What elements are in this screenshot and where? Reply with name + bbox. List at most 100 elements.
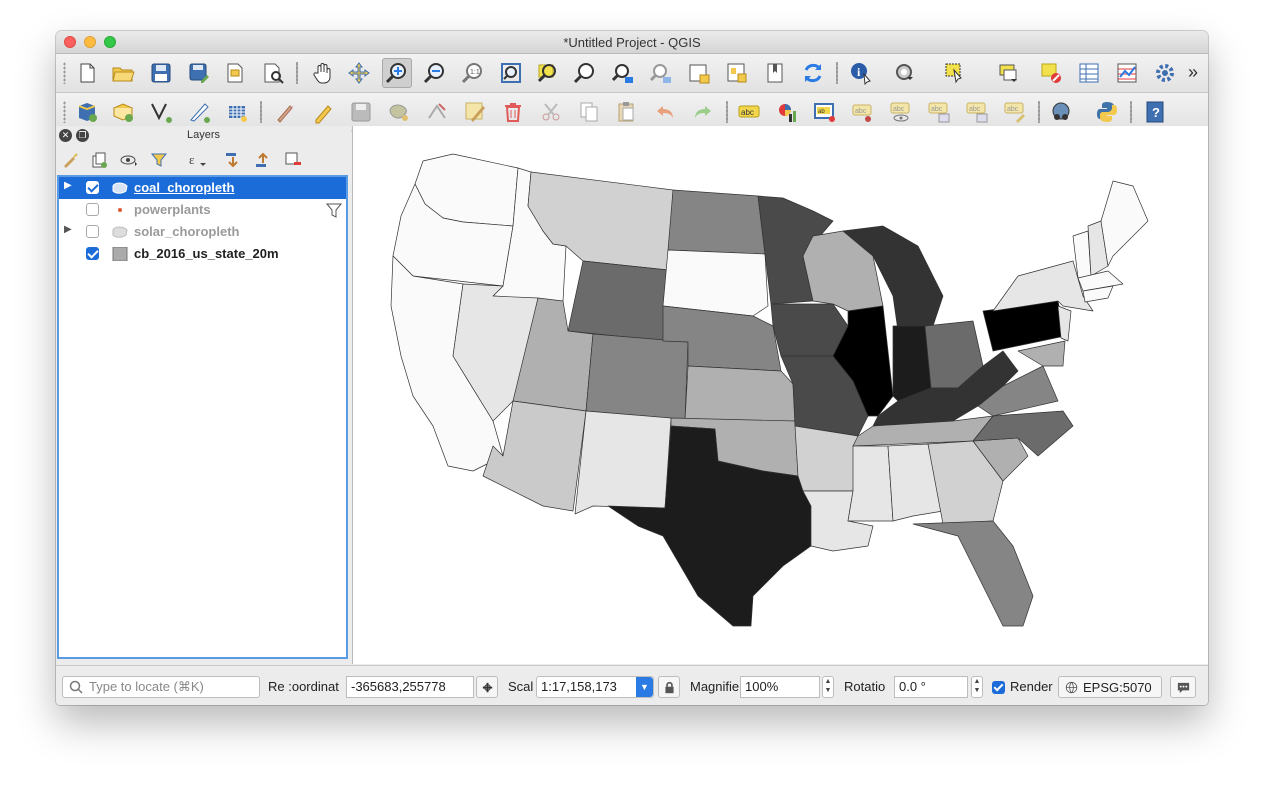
layer-row-cb-2016-us-state-20m[interactable]: cb_2016_us_state_20m xyxy=(59,243,346,265)
rotate-label-icon[interactable]: abc xyxy=(962,97,992,127)
locator-search-input[interactable]: Type to locate (⌘K) xyxy=(62,676,260,698)
label-properties-icon[interactable]: ab xyxy=(810,97,840,127)
state-wyoming xyxy=(567,260,669,342)
delete-selected-icon[interactable] xyxy=(498,97,528,127)
render-checkbox[interactable] xyxy=(992,681,1005,694)
pan-map-icon[interactable] xyxy=(308,58,338,88)
layer-row-coal-choropleth[interactable]: ▶ coal_choropleth xyxy=(59,177,346,199)
layer-visibility-checkbox[interactable] xyxy=(86,203,99,216)
save-as-icon[interactable] xyxy=(184,58,214,88)
layer-name: coal_choropleth xyxy=(134,180,235,195)
filter-legend-icon[interactable] xyxy=(148,150,170,170)
change-label-icon[interactable]: abc xyxy=(1000,97,1030,127)
scale-combobox[interactable]: 1:17,158,173 ▼ xyxy=(536,676,654,698)
layer-visibility-checkbox[interactable] xyxy=(86,181,99,194)
layer-labeling-icon[interactable]: abc xyxy=(734,97,764,127)
zoom-to-layer-icon[interactable] xyxy=(570,58,600,88)
rotation-field[interactable]: 0.0 ° xyxy=(894,676,968,698)
crs-button[interactable]: EPSG:5070 xyxy=(1058,676,1162,698)
modify-attributes-icon[interactable] xyxy=(460,97,490,127)
digitize-icon[interactable] xyxy=(184,97,214,127)
help-icon[interactable]: ? xyxy=(1140,97,1170,127)
coordinate-label: Re :oordinat xyxy=(268,679,339,694)
style-icon[interactable] xyxy=(60,150,82,170)
add-polygon-feature-icon[interactable] xyxy=(384,97,414,127)
state-colorado xyxy=(585,333,689,421)
remove-layer-icon[interactable] xyxy=(282,150,304,170)
open-attribute-table-icon[interactable] xyxy=(1074,58,1104,88)
new-vector-layer-icon[interactable] xyxy=(146,97,176,127)
layer-row-solar-choropleth[interactable]: ▶ solar_choropleth xyxy=(59,221,346,243)
zoom-native-icon[interactable]: 1:1 xyxy=(458,58,488,88)
coordinate-field[interactable]: -365683,255778 xyxy=(346,676,474,698)
toolbar-overflow-icon[interactable]: » xyxy=(1188,62,1198,83)
messages-icon[interactable] xyxy=(1170,676,1196,698)
move-label-icon[interactable]: abc xyxy=(924,97,954,127)
open-project-icon[interactable] xyxy=(108,58,138,88)
toolbar-grip[interactable] xyxy=(63,101,66,123)
magnifier-field[interactable]: 100% xyxy=(740,676,820,698)
zoom-to-selection-icon[interactable] xyxy=(532,58,562,88)
add-feature-layer-icon[interactable] xyxy=(222,97,252,127)
expand-arrow-icon[interactable]: ▶ xyxy=(64,224,72,235)
cut-features-icon[interactable] xyxy=(536,97,566,127)
polygon-layer-icon xyxy=(112,182,128,194)
new-map-view-icon[interactable] xyxy=(684,58,714,88)
new-project-icon[interactable] xyxy=(72,58,102,88)
paste-features-icon[interactable] xyxy=(612,97,642,127)
layer-visibility-checkbox[interactable] xyxy=(86,247,99,260)
us-state-choropleth-map[interactable] xyxy=(353,126,1208,664)
diagram-options-icon[interactable] xyxy=(772,97,802,127)
chevron-down-icon[interactable]: ▼ xyxy=(636,677,653,697)
toggle-extents-icon[interactable] xyxy=(476,676,498,698)
zoom-out-icon[interactable] xyxy=(420,58,450,88)
select-features-icon[interactable] xyxy=(940,58,970,88)
current-edits-icon[interactable] xyxy=(270,97,300,127)
undo-icon[interactable] xyxy=(650,97,680,127)
magnifier-spinner[interactable]: ▲ ▼ xyxy=(822,676,834,698)
expand-arrow-icon[interactable]: ▶ xyxy=(64,180,72,191)
save-edits-icon[interactable] xyxy=(346,97,376,127)
save-project-icon[interactable] xyxy=(146,58,176,88)
measure-icon[interactable] xyxy=(890,58,920,88)
map-canvas[interactable] xyxy=(352,126,1208,664)
statistics-icon[interactable] xyxy=(1112,58,1142,88)
new-3d-view-icon[interactable] xyxy=(722,58,752,88)
zoom-next-icon[interactable] xyxy=(646,58,676,88)
toggle-editing-icon[interactable] xyxy=(308,97,338,127)
project-navigation-toolbar: 1:1 i » xyxy=(56,54,1208,93)
vertex-tool-icon[interactable] xyxy=(422,97,452,127)
zoom-in-icon[interactable] xyxy=(382,58,412,88)
zoom-last-icon[interactable] xyxy=(608,58,638,88)
expression-filter-icon[interactable]: ε xyxy=(186,150,208,170)
pin-labels-icon[interactable]: abc xyxy=(848,97,878,127)
svg-text:abc: abc xyxy=(931,106,943,113)
filter-indicator-icon[interactable] xyxy=(326,202,342,218)
deselect-all-icon[interactable] xyxy=(1036,58,1066,88)
data-source-manager-icon[interactable] xyxy=(72,97,102,127)
attribute-table-tools-icon[interactable] xyxy=(994,58,1024,88)
visibility-icon[interactable] xyxy=(118,150,140,170)
copy-features-icon[interactable] xyxy=(574,97,604,127)
pan-to-selection-icon[interactable] xyxy=(344,58,374,88)
lock-scale-icon[interactable] xyxy=(658,676,680,698)
collapse-all-icon[interactable] xyxy=(252,150,274,170)
layout-manager-icon[interactable] xyxy=(258,58,288,88)
refresh-icon[interactable] xyxy=(798,58,828,88)
python-console-icon[interactable] xyxy=(1092,97,1122,127)
identify-features-icon[interactable]: i xyxy=(846,58,876,88)
show-hide-labels-icon[interactable]: abc xyxy=(886,97,916,127)
zoom-full-icon[interactable] xyxy=(496,58,526,88)
layer-visibility-checkbox[interactable] xyxy=(86,225,99,238)
expand-all-icon[interactable] xyxy=(222,150,244,170)
toolbar-grip[interactable] xyxy=(63,62,66,84)
add-layer-icon[interactable] xyxy=(108,97,138,127)
new-print-layout-icon[interactable] xyxy=(220,58,250,88)
show-bookmarks-icon[interactable] xyxy=(760,58,790,88)
rotation-spinner[interactable]: ▲ ▼ xyxy=(971,676,983,698)
redo-icon[interactable] xyxy=(688,97,718,127)
settings-gear-icon[interactable] xyxy=(1150,58,1180,88)
plugin-manager-icon[interactable] xyxy=(1046,97,1076,127)
layer-row-powerplants[interactable]: powerplants xyxy=(59,199,346,221)
add-group-icon[interactable] xyxy=(88,150,110,170)
